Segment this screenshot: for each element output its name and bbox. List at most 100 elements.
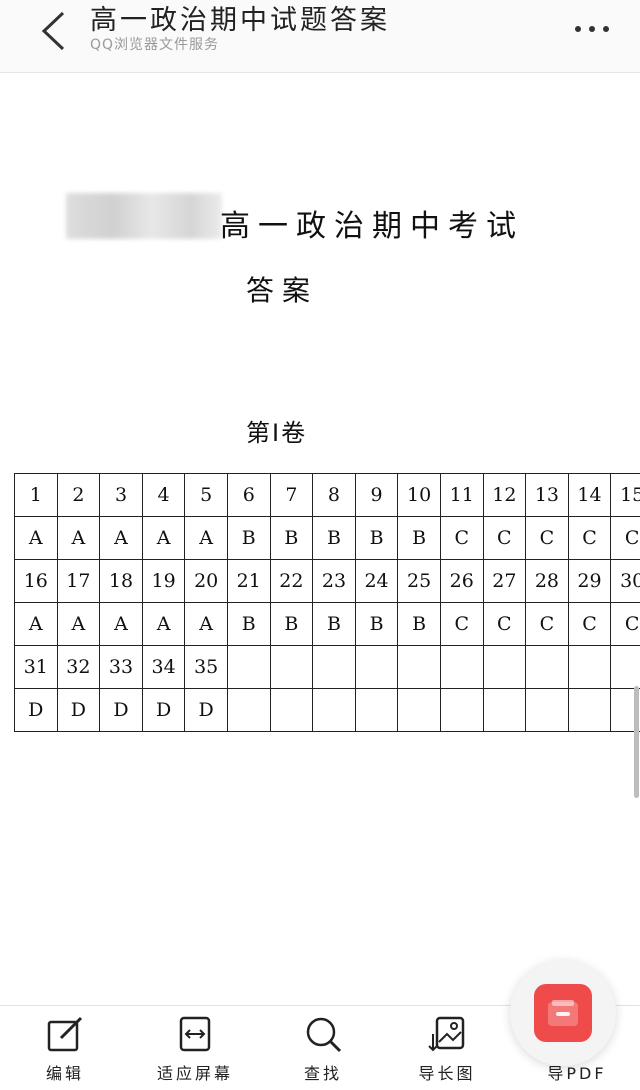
answer-heading: 答案	[246, 269, 318, 309]
table-cell	[355, 689, 398, 732]
table-cell: 24	[355, 560, 398, 603]
table-cell: 11	[440, 474, 483, 517]
table-row: 123456789101112131415	[15, 474, 640, 517]
table-cell: C	[568, 517, 611, 560]
table-cell: C	[526, 517, 569, 560]
table-cell	[440, 689, 483, 732]
table-cell: A	[15, 603, 58, 646]
table-cell: A	[185, 517, 228, 560]
table-cell	[611, 646, 640, 689]
edit-icon	[45, 1014, 85, 1054]
more-dot	[603, 26, 609, 32]
fit-screen-button[interactable]: 适应屏幕	[140, 1014, 250, 1086]
table-cell	[526, 689, 569, 732]
table-cell: 25	[398, 560, 441, 603]
table-cell: D	[100, 689, 143, 732]
table-cell: 33	[100, 646, 143, 689]
table-cell	[313, 646, 356, 689]
table-cell: 5	[185, 474, 228, 517]
table-row: 3132333435	[15, 646, 640, 689]
table-cell	[270, 646, 313, 689]
table-cell: D	[142, 689, 185, 732]
fab-inner	[534, 984, 592, 1042]
table-cell: 2	[57, 474, 100, 517]
search-button[interactable]: 查找	[268, 1014, 378, 1086]
table-cell	[398, 646, 441, 689]
table-cell: C	[440, 517, 483, 560]
table-cell: C	[483, 603, 526, 646]
table-cell: C	[526, 603, 569, 646]
table-cell: 29	[568, 560, 611, 603]
long-image-icon	[427, 1014, 467, 1054]
table-cell: B	[270, 603, 313, 646]
table-cell: B	[227, 517, 270, 560]
fit-screen-label: 适应屏幕	[140, 1060, 250, 1084]
table-cell: 21	[227, 560, 270, 603]
table-row: DDDDD	[15, 689, 640, 732]
section-heading: 第I卷	[246, 413, 307, 448]
search-label: 查找	[268, 1060, 378, 1084]
table-cell: C	[440, 603, 483, 646]
title-area: 高一政治期中试题答案 QQ浏览器文件服务	[90, 0, 550, 72]
table-cell	[355, 646, 398, 689]
table-cell: 19	[142, 560, 185, 603]
more-dot	[589, 26, 595, 32]
image-card-icon	[546, 998, 580, 1028]
table-cell: 16	[15, 560, 58, 603]
table-cell: 35	[185, 646, 228, 689]
table-cell: 22	[270, 560, 313, 603]
table-cell: B	[227, 603, 270, 646]
paper-title: 高一政治期中考试	[220, 201, 524, 245]
table-cell: B	[270, 517, 313, 560]
table-cell	[227, 689, 270, 732]
table-cell: 34	[142, 646, 185, 689]
table-cell: B	[313, 517, 356, 560]
table-cell: 1	[15, 474, 58, 517]
table-cell: 20	[185, 560, 228, 603]
table-row: 161718192021222324252627282930	[15, 560, 640, 603]
table-cell: 14	[568, 474, 611, 517]
back-button[interactable]	[28, 8, 78, 54]
table-cell: 18	[100, 560, 143, 603]
table-cell: 9	[355, 474, 398, 517]
service-subtitle: QQ浏览器文件服务	[90, 34, 219, 54]
table-cell: 7	[270, 474, 313, 517]
table-cell: 8	[313, 474, 356, 517]
table-cell: 4	[142, 474, 185, 517]
table-cell: C	[483, 517, 526, 560]
table-cell: B	[398, 517, 441, 560]
table-cell: B	[355, 603, 398, 646]
table-cell: 31	[15, 646, 58, 689]
table-cell: 15	[611, 474, 640, 517]
back-arrow-icon	[40, 10, 66, 52]
table-cell: A	[57, 603, 100, 646]
table-row: AAAAABBBBBCCCCC	[15, 603, 640, 646]
table-cell	[313, 689, 356, 732]
table-cell: 17	[57, 560, 100, 603]
table-cell	[227, 646, 270, 689]
table-cell: 27	[483, 560, 526, 603]
table-cell: A	[15, 517, 58, 560]
long-image-label: 导长图	[392, 1060, 502, 1084]
table-cell: 30	[611, 560, 640, 603]
table-cell: 23	[313, 560, 356, 603]
table-row: AAAAABBBBBCCCCC	[15, 517, 640, 560]
table-cell: 26	[440, 560, 483, 603]
table-cell: 12	[483, 474, 526, 517]
redacted-region	[66, 193, 222, 239]
table-cell: 13	[526, 474, 569, 517]
more-dots-icon	[575, 26, 581, 32]
document-title: 高一政治期中试题答案	[90, 0, 390, 37]
table-cell: C	[611, 517, 640, 560]
app-header: 高一政治期中试题答案 QQ浏览器文件服务	[0, 0, 640, 73]
edit-button[interactable]: 编辑	[10, 1014, 120, 1086]
long-image-button[interactable]: 导长图	[392, 1014, 502, 1086]
table-cell: D	[15, 689, 58, 732]
scrollbar[interactable]	[634, 686, 639, 798]
table-cell	[270, 689, 313, 732]
table-cell: A	[142, 517, 185, 560]
table-cell: A	[100, 603, 143, 646]
pdf-export-fab[interactable]	[510, 960, 616, 1066]
more-button[interactable]	[562, 14, 622, 44]
search-icon	[303, 1014, 343, 1054]
